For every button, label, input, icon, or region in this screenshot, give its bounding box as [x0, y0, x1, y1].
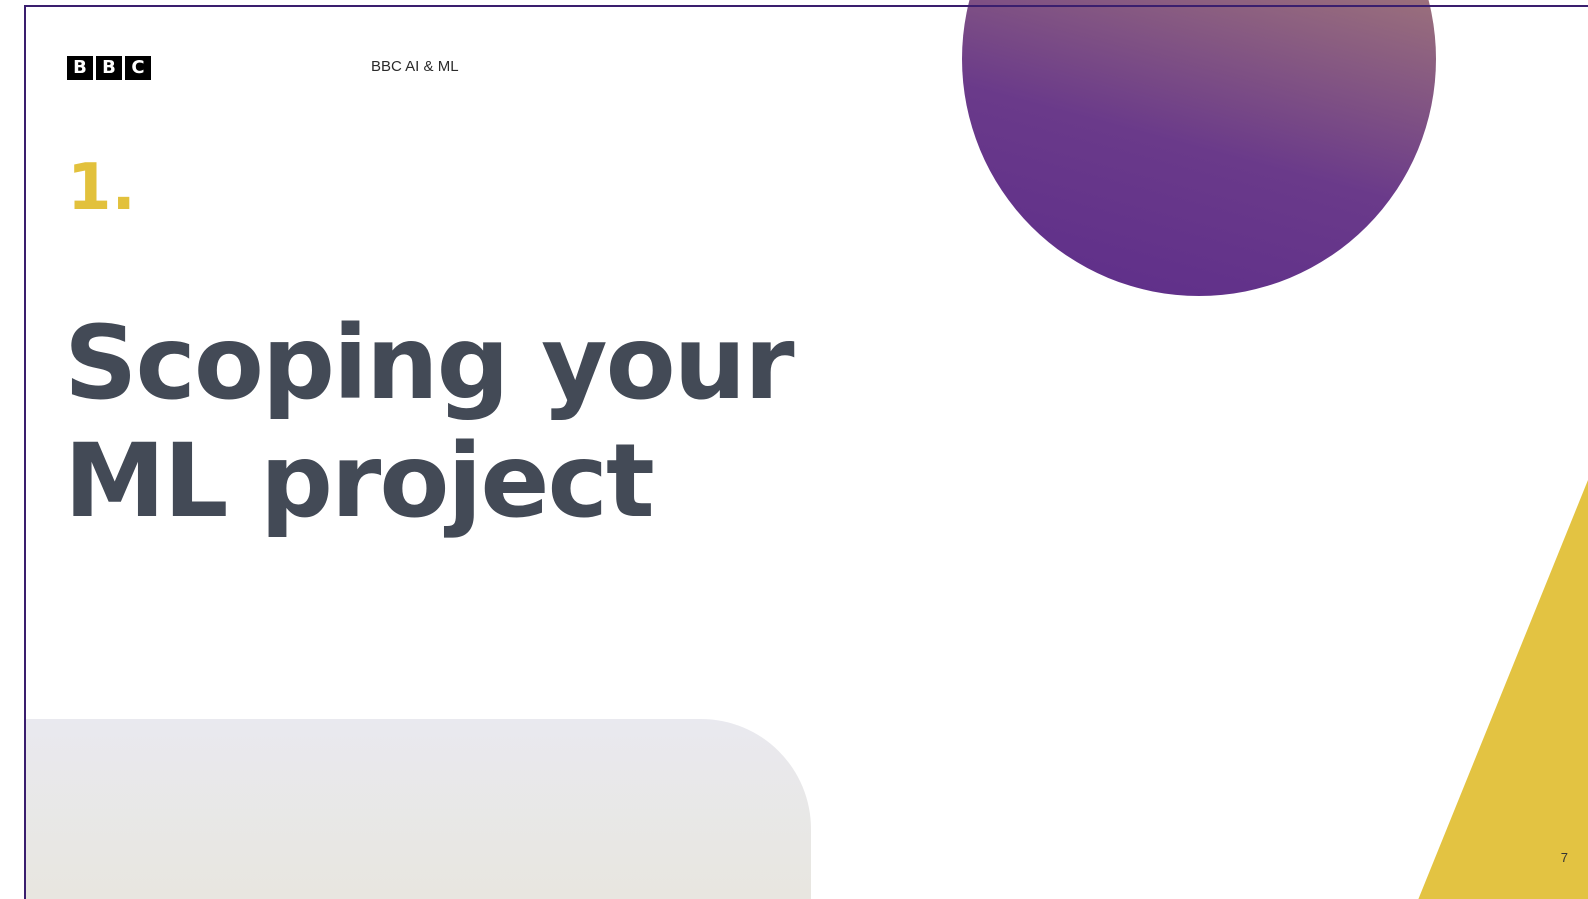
bbc-logo-letter-2: B [96, 56, 122, 80]
slide: B B C BBC AI & ML 1. Scoping your ML pro… [0, 0, 1588, 899]
bbc-logo-letter-3: C [125, 56, 151, 80]
bbc-logo-letter-1: B [67, 56, 93, 80]
bottom-rounded-panel [24, 719, 811, 899]
slide-title-line-2: ML project [64, 422, 655, 541]
slide-title: Scoping your ML project [64, 304, 795, 541]
bbc-logo: B B C [67, 56, 151, 80]
yellow-triangle-decoration [1418, 480, 1588, 899]
gradient-circle-decoration [962, 0, 1436, 296]
header-label: BBC AI & ML [371, 58, 459, 75]
section-number: 1. [67, 151, 136, 225]
slide-title-line-1: Scoping your [64, 304, 795, 423]
page-number: 7 [1560, 850, 1568, 865]
